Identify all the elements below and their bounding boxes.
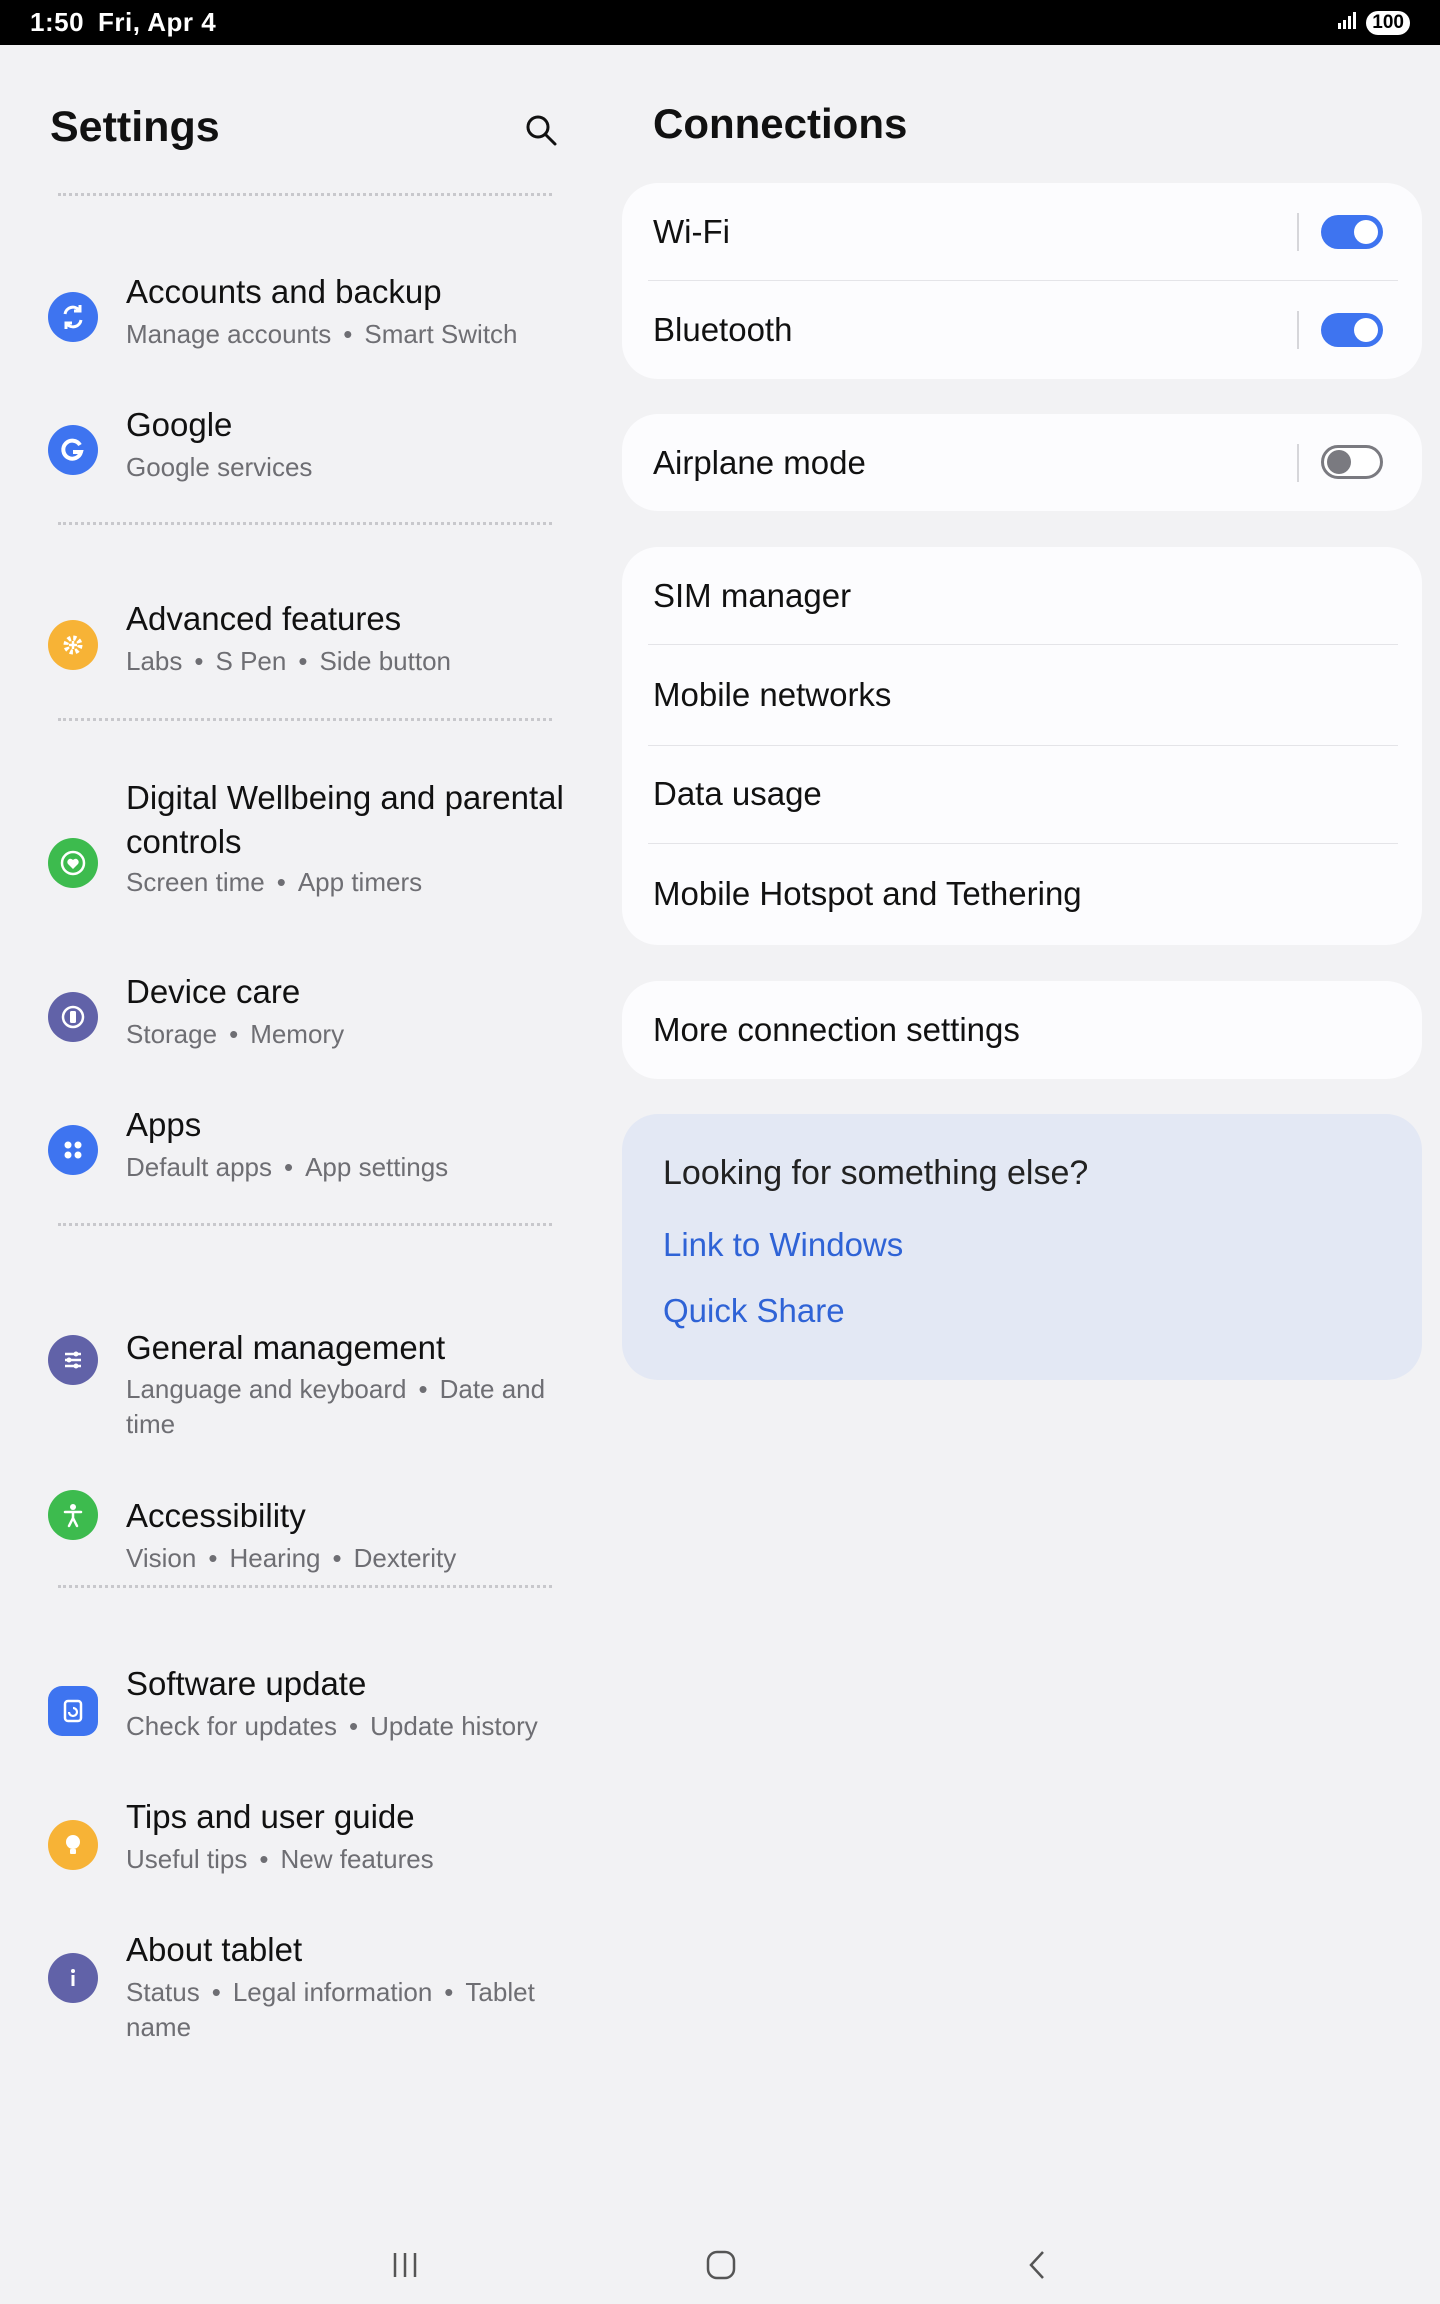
- item-title: Tips and user guide: [126, 1798, 415, 1835]
- divider: [58, 1585, 552, 1588]
- wireless-card: Wi-Fi Bluetooth: [622, 183, 1422, 379]
- settings-item-digital-wellbeing[interactable]: Digital Wellbeing and parental controls …: [0, 770, 600, 920]
- suggestion-title: Looking for something else?: [663, 1154, 1089, 1192]
- sim-manager-row[interactable]: SIM manager: [622, 547, 1422, 645]
- item-subtitle: Labs • S Pen • Side button: [126, 646, 451, 676]
- home-icon: [706, 2250, 736, 2280]
- item-title: Device care: [126, 973, 301, 1010]
- more-connection-settings-label: More connection settings: [653, 1011, 1020, 1048]
- airplane-card: Airplane mode: [622, 414, 1422, 511]
- item-subtitle: Useful tips • New features: [126, 1844, 434, 1874]
- battery-icon: 100: [1366, 10, 1410, 35]
- item-subtitle: Status • Legal information • Tablet name: [126, 1977, 535, 2042]
- recent-apps-icon: [393, 2253, 417, 2277]
- toggle-knob: [1354, 318, 1378, 342]
- item-title: Advanced features: [126, 600, 402, 637]
- divider: [58, 193, 552, 196]
- separator: [1297, 213, 1299, 251]
- settings-item-device-care[interactable]: Device care Storage • Memory: [0, 945, 600, 1055]
- hotspot-label: Mobile Hotspot and Tethering: [653, 875, 1082, 912]
- item-subtitle: Google services: [126, 452, 313, 482]
- item-subtitle: Screen time • App timers: [126, 867, 423, 897]
- info-icon: [48, 1953, 98, 2003]
- suggestion-card: Looking for something else? Link to Wind…: [622, 1114, 1422, 1380]
- heart-circle-icon: [48, 838, 98, 888]
- device-care-icon: [48, 992, 98, 1042]
- signal-icon: [1338, 11, 1358, 34]
- item-title: Google: [126, 406, 233, 443]
- data-usage-label: Data usage: [653, 775, 822, 812]
- status-time: 1:50: [30, 7, 85, 37]
- toggle-knob: [1327, 450, 1351, 474]
- item-title: General management: [126, 1329, 446, 1366]
- settings-item-accounts[interactable]: Accounts and backup Manage accounts • Smar…: [0, 245, 600, 355]
- bluetooth-row[interactable]: Bluetooth: [622, 281, 1422, 379]
- apps-grid-icon: [48, 1125, 98, 1175]
- google-icon: [48, 425, 98, 475]
- item-subtitle: Manage accounts • Smart Switch: [126, 319, 518, 349]
- settings-item-apps[interactable]: Apps Default apps • App settings: [0, 1080, 600, 1190]
- gear-plus-icon: [48, 620, 98, 670]
- divider: [58, 718, 552, 721]
- settings-item-general-management[interactable]: General management Language and keyboard…: [0, 1275, 600, 1439]
- item-subtitle: Check for updates • Update history: [126, 1711, 538, 1741]
- connections-title: Connections: [653, 100, 908, 147]
- sliders-icon: [48, 1335, 98, 1385]
- toggle-knob: [1354, 220, 1378, 244]
- more-connection-settings-row[interactable]: More connection settings: [622, 981, 1422, 1079]
- back-icon: [1029, 2251, 1044, 2279]
- item-subtitle: Storage • Memory: [126, 1019, 345, 1049]
- item-subtitle: Vision • Hearing • Dexterity: [126, 1543, 457, 1573]
- item-title: Software update: [126, 1665, 367, 1702]
- airplane-label: Airplane mode: [653, 443, 866, 481]
- sync-icon: [48, 292, 98, 342]
- mobile-networks-row[interactable]: Mobile networks: [622, 645, 1422, 745]
- search-icon: [526, 115, 557, 146]
- divider: [58, 522, 552, 525]
- more-card: More connection settings: [622, 981, 1422, 1079]
- bluetooth-toggle[interactable]: [1321, 313, 1383, 347]
- page-title: Settings: [50, 103, 220, 151]
- status-bar: 1:50 Fri, Apr 4 100: [0, 0, 1440, 45]
- quick-share-link[interactable]: Quick Share: [663, 1292, 845, 1330]
- hotspot-row[interactable]: Mobile Hotspot and Tethering: [622, 843, 1422, 945]
- wifi-row[interactable]: Wi-Fi: [622, 183, 1422, 281]
- data-usage-row[interactable]: Data usage: [622, 745, 1422, 843]
- settings-item-about-tablet[interactable]: About tablet Status • Legal information • Ta…: [0, 1915, 600, 2055]
- settings-pane: Settings Accounts and backup Manage acco…: [0, 45, 600, 2225]
- mobile-networks-label: Mobile networks: [653, 676, 892, 713]
- network-card: SIM manager Mobile networks Data usage M…: [622, 547, 1422, 945]
- settings-item-tips[interactable]: Tips and user guide Useful tips • New feat…: [0, 1780, 600, 1890]
- home-button[interactable]: [691, 2243, 751, 2287]
- software-update-icon: [48, 1686, 98, 1736]
- recent-apps-button[interactable]: [375, 2243, 435, 2287]
- separator: [1297, 311, 1299, 349]
- airplane-toggle[interactable]: [1321, 445, 1383, 479]
- status-date: Fri, Apr 4: [98, 7, 217, 37]
- divider: [58, 1223, 552, 1226]
- item-title: Digital Wellbeing and parental controls: [126, 779, 564, 860]
- settings-item-advanced-features[interactable]: Advanced features Labs • S Pen • Side button: [0, 575, 600, 685]
- navigation-bar: [0, 2225, 1440, 2304]
- bluetooth-label: Bluetooth: [653, 311, 793, 348]
- back-button[interactable]: [1007, 2243, 1067, 2287]
- settings-item-accessibility[interactable]: Accessibility Vision • Hearing • Dexterity: [0, 1445, 600, 1573]
- accessibility-icon: [48, 1490, 98, 1540]
- sim-manager-label: SIM manager: [653, 577, 852, 614]
- separator: [1297, 444, 1299, 482]
- item-title: Accessibility: [126, 1497, 306, 1534]
- item-subtitle: Default apps • App settings: [126, 1152, 449, 1182]
- item-title: About tablet: [126, 1931, 303, 1968]
- wifi-label: Wi-Fi: [653, 213, 730, 250]
- link-to-windows-link[interactable]: Link to Windows: [663, 1226, 903, 1264]
- item-subtitle: Language and keyboard • Date and time: [126, 1374, 546, 1439]
- airplane-row[interactable]: Airplane mode: [622, 414, 1422, 511]
- item-title: Apps: [126, 1106, 202, 1143]
- search-button[interactable]: [518, 107, 564, 153]
- item-title: Accounts and backup: [126, 273, 442, 310]
- lightbulb-icon: [48, 1820, 98, 1870]
- settings-item-google[interactable]: Google Google services: [0, 380, 600, 490]
- settings-item-software-update[interactable]: Software update Check for updates • Update…: [0, 1645, 600, 1755]
- wifi-toggle[interactable]: [1321, 215, 1383, 249]
